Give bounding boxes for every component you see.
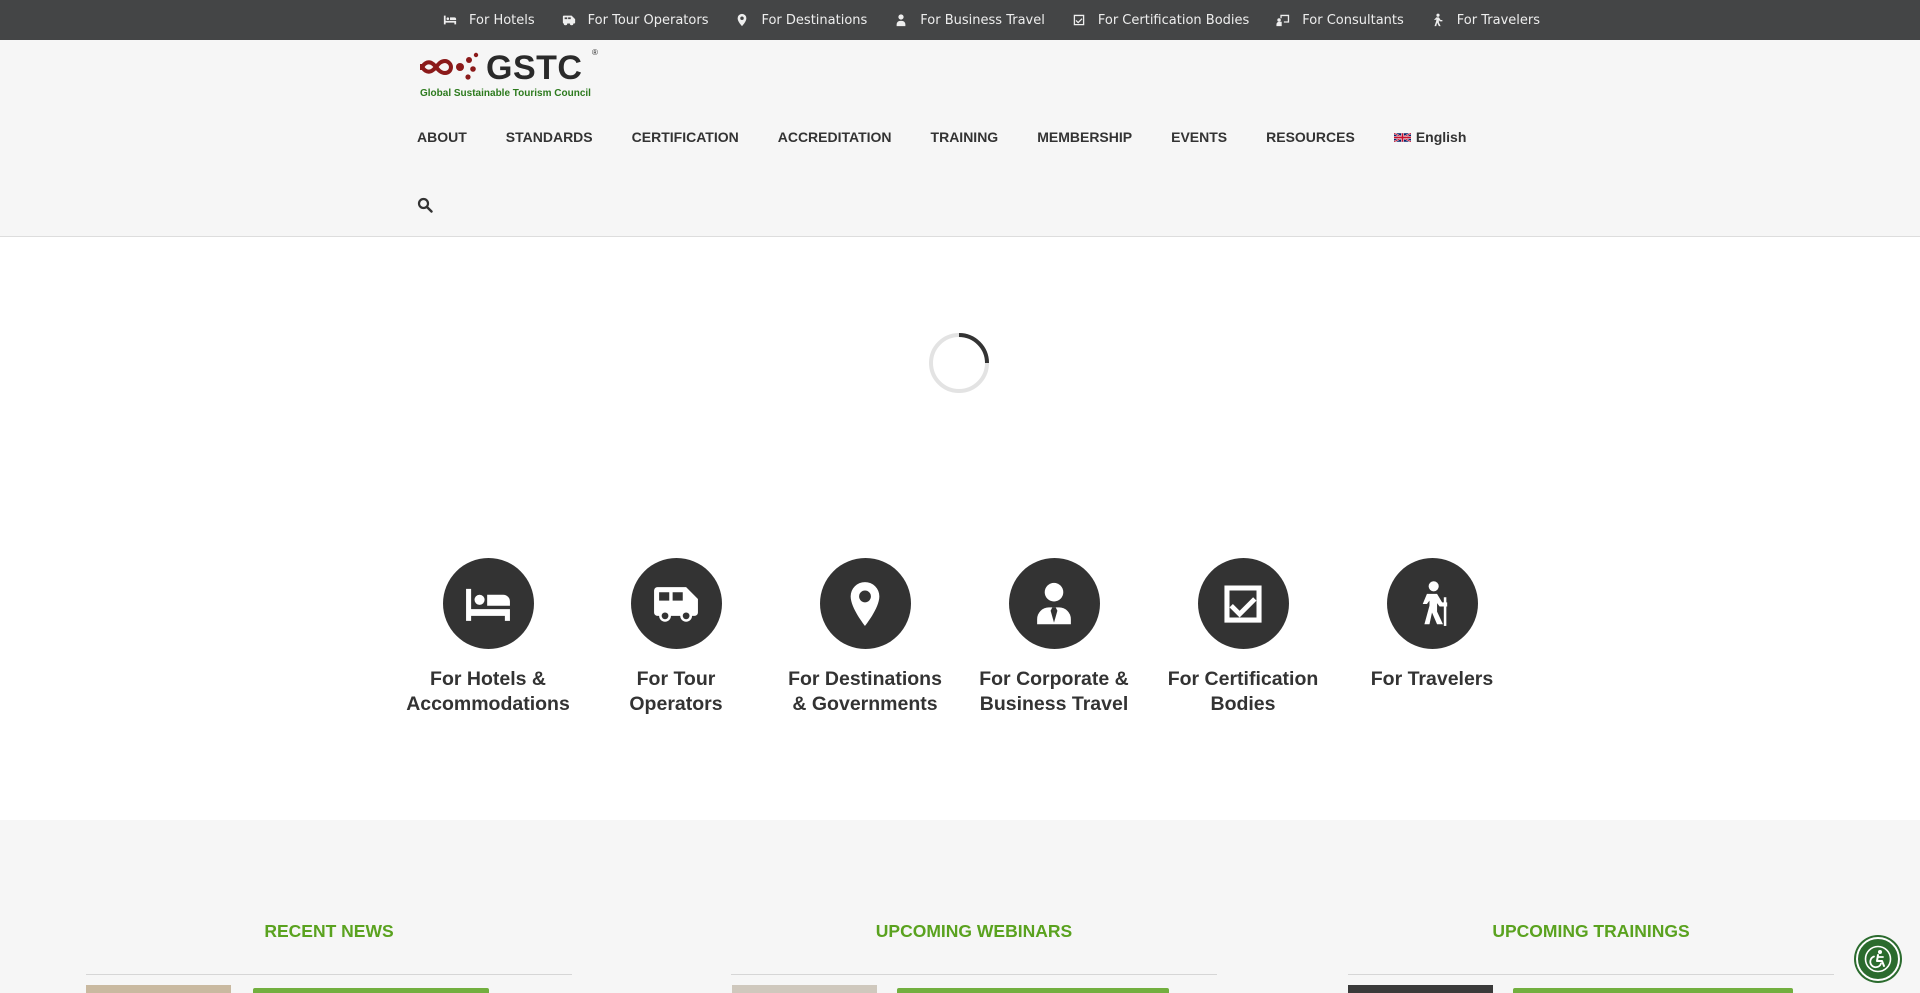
user-tie-icon bbox=[1037, 582, 1071, 624]
nav-about[interactable]: ABOUT bbox=[417, 129, 467, 145]
topbar-link-label: For Certification Bodies bbox=[1097, 12, 1250, 28]
audience-card-business-travel[interactable]: For Corporate & Business Travel bbox=[964, 558, 1144, 717]
audience-links: For Hotels For Tour Operators For Destin… bbox=[443, 0, 1540, 40]
check-square-icon bbox=[1224, 584, 1262, 623]
webinar-thumbnail[interactable] bbox=[732, 985, 877, 993]
recent-news-heading: RECENT NEWS bbox=[264, 921, 394, 941]
site-header: GSTC ® Global Sustainable Tourism Counci… bbox=[0, 40, 1920, 237]
audience-card-hotels[interactable]: For Hotels & Accommodations bbox=[398, 558, 578, 717]
divider bbox=[86, 974, 572, 975]
audience-label: For Hotels & Accommodations bbox=[406, 668, 570, 715]
nav-events[interactable]: EVENTS bbox=[1171, 129, 1227, 145]
topbar-link-travelers[interactable]: For Travelers bbox=[1431, 13, 1540, 28]
audience-card-certification-bodies[interactable]: For Certification Bodies bbox=[1153, 558, 1333, 717]
gstc-logo[interactable]: GSTC ® Global Sustainable Tourism Counci… bbox=[418, 48, 598, 104]
uk-flag-icon bbox=[1393, 131, 1411, 143]
audience-label: For Travelers bbox=[1370, 668, 1494, 690]
nav-training[interactable]: TRAINING bbox=[931, 129, 999, 145]
hiking-icon bbox=[1433, 13, 1443, 27]
logo-mark bbox=[420, 52, 479, 80]
nav-membership[interactable]: MEMBERSHIP bbox=[1037, 129, 1132, 145]
main-navigation: ABOUT STANDARDS CERTIFICATION ACCREDITAT… bbox=[417, 129, 1505, 145]
check-square-icon bbox=[1073, 14, 1085, 26]
topbar-link-label: For Destinations bbox=[761, 12, 868, 28]
nav-certification[interactable]: CERTIFICATION bbox=[632, 129, 739, 145]
topbar-link-label: For Hotels bbox=[469, 12, 535, 28]
audience-icon-circle bbox=[819, 558, 911, 649]
topbar-link-label: For Travelers bbox=[1456, 12, 1541, 28]
audience-card-destinations[interactable]: For Destinations & Governments bbox=[775, 558, 955, 717]
topbar-link-hotels[interactable]: For Hotels bbox=[443, 13, 535, 28]
audience-icon-circle bbox=[1197, 558, 1289, 649]
audience-card-tour-operators[interactable]: For Tour Operators bbox=[586, 558, 766, 717]
training-thumbnail[interactable] bbox=[1348, 985, 1493, 993]
upcoming-trainings-heading: UPCOMING TRAININGS bbox=[1492, 921, 1690, 941]
accessibility-button[interactable] bbox=[1856, 937, 1900, 981]
nav-resources[interactable]: RESOURCES bbox=[1266, 129, 1355, 145]
top-utility-bar: For Hotels For Tour Operators For Destin… bbox=[0, 0, 1920, 40]
nav-accreditation[interactable]: ACCREDITATION bbox=[778, 129, 892, 145]
audience-icon-circle bbox=[630, 558, 722, 649]
news-thumbnail[interactable] bbox=[86, 985, 231, 993]
audience-label: For Tour Operators bbox=[629, 668, 723, 715]
topbar-link-label: For Business Travel bbox=[920, 12, 1045, 28]
loading-spinner-icon bbox=[929, 333, 989, 393]
training-title-link[interactable] bbox=[1513, 988, 1793, 993]
audience-icon-circle bbox=[1008, 558, 1100, 649]
topbar-link-destinations[interactable]: For Destinations bbox=[735, 13, 867, 28]
topbar-link-label: For Consultants bbox=[1302, 12, 1404, 28]
topbar-link-consultants[interactable]: For Consultants bbox=[1276, 13, 1404, 28]
chalkboard-teacher-icon bbox=[1276, 14, 1290, 27]
divider bbox=[1348, 974, 1834, 975]
audience-icon-circle bbox=[1386, 558, 1478, 649]
bed-icon bbox=[443, 15, 457, 25]
audience-card-travelers[interactable]: For Travelers bbox=[1342, 558, 1522, 692]
divider bbox=[731, 974, 1217, 975]
accessibility-icon bbox=[1864, 945, 1892, 973]
topbar-link-business-travel[interactable]: For Business Travel bbox=[894, 13, 1045, 28]
webinar-title-link[interactable] bbox=[897, 988, 1169, 993]
map-marker-icon bbox=[738, 13, 747, 27]
logo-registered: ® bbox=[592, 48, 598, 57]
user-tie-icon bbox=[896, 14, 906, 27]
news-title-link[interactable] bbox=[253, 988, 489, 993]
upcoming-webinars-heading: UPCOMING WEBINARS bbox=[875, 921, 1073, 941]
audience-icon-circle bbox=[442, 558, 534, 649]
audience-label: For Destinations & Governments bbox=[788, 668, 942, 715]
audience-label: For Corporate & Business Travel bbox=[979, 668, 1129, 715]
audience-label: For Certification Bodies bbox=[1167, 668, 1319, 715]
language-switcher[interactable]: English bbox=[1393, 129, 1467, 145]
bus-icon bbox=[654, 586, 698, 622]
map-marker-icon bbox=[850, 581, 880, 626]
logo-wordmark: GSTC bbox=[486, 49, 583, 87]
bus-icon bbox=[562, 15, 575, 26]
language-label: English bbox=[1415, 129, 1467, 145]
feeds-section bbox=[0, 820, 1920, 993]
logo-tagline: Global Sustainable Tourism Council bbox=[420, 88, 591, 99]
search-icon[interactable] bbox=[417, 197, 433, 213]
nav-standards[interactable]: STANDARDS bbox=[506, 129, 593, 145]
topbar-link-tour-operators[interactable]: For Tour Operators bbox=[562, 12, 709, 28]
topbar-link-certification-bodies[interactable]: For Certification Bodies bbox=[1072, 13, 1249, 28]
topbar-link-label: For Tour Operators bbox=[587, 12, 709, 28]
hiking-icon bbox=[1422, 580, 1448, 626]
bed-icon bbox=[466, 588, 510, 621]
